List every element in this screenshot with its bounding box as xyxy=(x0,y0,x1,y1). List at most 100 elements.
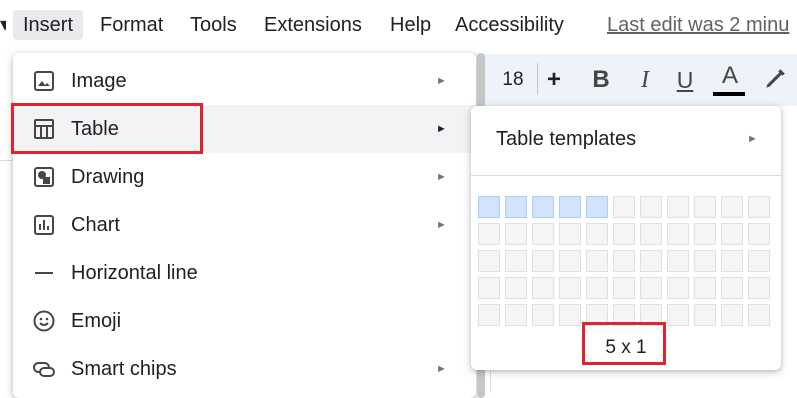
table-grid-cell[interactable] xyxy=(559,304,581,326)
table-grid-cell[interactable] xyxy=(532,277,554,299)
table-grid-cell[interactable] xyxy=(667,277,689,299)
menu-help[interactable]: Help xyxy=(390,10,431,40)
table-grid-cell[interactable] xyxy=(721,250,743,272)
menu-extensions[interactable]: Extensions xyxy=(264,10,362,40)
table-grid-cell[interactable] xyxy=(748,196,770,218)
table-grid-cell[interactable] xyxy=(748,223,770,245)
table-grid-cell[interactable] xyxy=(613,250,635,272)
menu-item-label: Drawing xyxy=(71,166,145,188)
submenu-arrow-icon: ► xyxy=(436,363,447,375)
menu-item-label: Smart chips xyxy=(71,358,177,380)
table-grid-cell[interactable] xyxy=(748,277,770,299)
menu-item-smart-chips[interactable]: Smart chips ► xyxy=(13,345,476,393)
table-grid-cell[interactable] xyxy=(667,250,689,272)
chart-icon xyxy=(32,213,56,237)
table-icon xyxy=(32,117,56,141)
submenu-arrow-icon: ► xyxy=(436,219,447,231)
submenu-arrow-icon: ► xyxy=(436,75,447,87)
drawing-icon xyxy=(32,165,56,189)
table-grid-cell[interactable] xyxy=(505,304,527,326)
table-grid-cell[interactable] xyxy=(640,250,662,272)
font-size-divider xyxy=(537,63,538,95)
table-grid-cell[interactable] xyxy=(721,304,743,326)
table-grid-cell[interactable] xyxy=(505,250,527,272)
bold-icon[interactable]: B xyxy=(588,54,614,106)
table-grid-cell[interactable] xyxy=(478,304,500,326)
menu-item-label: Table templates xyxy=(496,128,637,150)
table-grid-cell[interactable] xyxy=(748,250,770,272)
table-grid-cell[interactable] xyxy=(667,304,689,326)
table-grid-cell[interactable] xyxy=(505,223,527,245)
table-grid-cell[interactable] xyxy=(532,196,554,218)
table-grid-cell[interactable] xyxy=(478,196,500,218)
table-grid-cell[interactable] xyxy=(721,277,743,299)
table-grid-cell[interactable] xyxy=(478,250,500,272)
table-grid-cell[interactable] xyxy=(613,304,635,326)
table-grid-cell[interactable] xyxy=(505,277,527,299)
table-grid-cell[interactable] xyxy=(586,277,608,299)
table-grid-cell[interactable] xyxy=(478,223,500,245)
table-grid-cell[interactable] xyxy=(748,304,770,326)
table-grid-cell[interactable] xyxy=(505,196,527,218)
last-edit-link[interactable]: Last edit was 2 minu xyxy=(607,10,789,40)
text-color-icon[interactable]: A xyxy=(716,54,744,106)
menu-format[interactable]: Format xyxy=(100,10,163,40)
table-grid-cell[interactable] xyxy=(586,196,608,218)
table-grid-cell[interactable] xyxy=(721,223,743,245)
menu-item-label: Image xyxy=(71,70,127,92)
table-grid-cell[interactable] xyxy=(640,277,662,299)
italic-icon[interactable]: I xyxy=(632,54,658,106)
font-size-input[interactable]: 18 xyxy=(490,54,536,106)
menu-item-table-templates[interactable]: Table templates ► xyxy=(471,116,781,162)
submenu-arrow-icon: ► xyxy=(747,133,758,145)
submenu-arrow-icon: ► xyxy=(436,123,447,135)
table-grid-cell[interactable] xyxy=(559,196,581,218)
emoji-icon xyxy=(32,309,56,333)
menu-item-image[interactable]: Image ► xyxy=(13,57,476,105)
table-grid-cell[interactable] xyxy=(640,223,662,245)
table-grid-cell[interactable] xyxy=(613,196,635,218)
table-grid-cell[interactable] xyxy=(532,223,554,245)
menu-item-drawing[interactable]: Drawing ► xyxy=(13,153,476,201)
table-grid-cell[interactable] xyxy=(559,223,581,245)
table-grid-cell[interactable] xyxy=(694,223,716,245)
menu-divider xyxy=(471,175,781,176)
menu-item-horizontal-line[interactable]: Horizontal line xyxy=(13,249,476,297)
table-grid-cell[interactable] xyxy=(667,196,689,218)
smart-chips-icon xyxy=(32,357,56,381)
table-grid-cell[interactable] xyxy=(478,277,500,299)
table-grid-cell[interactable] xyxy=(532,250,554,272)
highlight-pen-icon[interactable] xyxy=(762,66,788,92)
menu-item-chart[interactable]: Chart ► xyxy=(13,201,476,249)
table-grid-cell[interactable] xyxy=(613,223,635,245)
table-grid-cell[interactable] xyxy=(667,223,689,245)
table-grid-cell[interactable] xyxy=(640,304,662,326)
table-grid-cell[interactable] xyxy=(694,277,716,299)
table-grid-cell[interactable] xyxy=(694,250,716,272)
menu-item-table[interactable]: Table ► xyxy=(13,105,476,153)
submenu-arrow-icon: ► xyxy=(436,171,447,183)
table-grid-cell[interactable] xyxy=(586,223,608,245)
menu-item-emoji[interactable]: Emoji xyxy=(13,297,476,345)
table-grid-cell[interactable] xyxy=(694,196,716,218)
menu-item-label: Chart xyxy=(71,214,120,236)
table-grid-cell[interactable] xyxy=(559,277,581,299)
horizontal-line-icon xyxy=(32,261,56,285)
menu-tools[interactable]: Tools xyxy=(190,10,237,40)
underline-icon[interactable]: U xyxy=(672,54,698,106)
table-grid-cell[interactable] xyxy=(613,277,635,299)
table-grid-cell[interactable] xyxy=(721,196,743,218)
table-grid-cell[interactable] xyxy=(640,196,662,218)
font-size-increase-button[interactable]: + xyxy=(540,54,568,106)
table-grid-cell[interactable] xyxy=(694,304,716,326)
menu-insert[interactable]: Insert xyxy=(13,10,84,40)
table-grid-cell[interactable] xyxy=(532,304,554,326)
menu-accessibility[interactable]: Accessibility xyxy=(455,10,564,40)
table-grid-cell[interactable] xyxy=(559,250,581,272)
table-grid-cell[interactable] xyxy=(586,250,608,272)
table-grid-cell[interactable] xyxy=(586,304,608,326)
menu-item-label: Horizontal line xyxy=(71,262,198,284)
menu-bar: ▾ Insert Format Tools Extensions Help Ac… xyxy=(0,0,797,50)
menu-edit-clipped[interactable]: ▾ xyxy=(0,10,6,40)
table-submenu: Table templates ► 5 x 1 xyxy=(471,106,781,370)
